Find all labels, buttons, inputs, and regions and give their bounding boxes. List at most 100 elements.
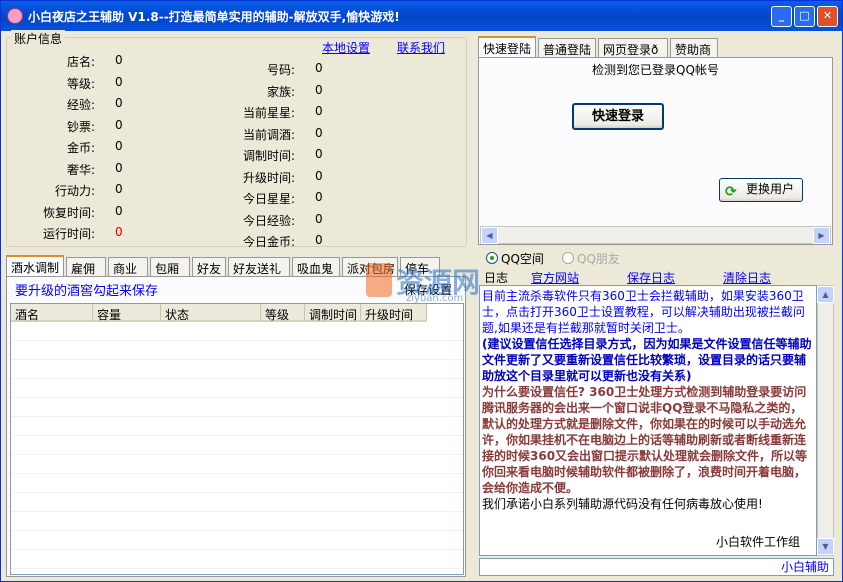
- main-window: 小白夜店之王辅助 V1.8--打造最简单实用的辅助-解放双手,愉快游戏! _ □…: [0, 0, 843, 582]
- account-info-group: 账户信息 本地设置 联系我们 店名: 0 等级: 0 经验: 0 钞票: 0 金币: 0 奢华: 0 行…: [6, 30, 467, 249]
- tab-1[interactable]: 雇佣: [66, 257, 106, 277]
- field-label: 调制时间:: [242, 149, 295, 163]
- log-tab-label: 日志: [484, 271, 509, 285]
- maximize-button[interactable]: □: [794, 6, 815, 27]
- scroll-right-icon[interactable]: ▶: [813, 227, 830, 244]
- log-line-trust-dir: (建议设置信任选择目录方式，因为如果是文件设置信任等辅助文件更新了又要重新设置信…: [482, 337, 812, 383]
- status-input[interactable]: 小白辅助: [479, 558, 834, 576]
- field-label: 升级时间:: [242, 170, 295, 185]
- quick-login-button[interactable]: 快速登录: [572, 103, 664, 130]
- column-header[interactable]: 酒名: [11, 304, 93, 322]
- table-row[interactable]: [11, 436, 463, 455]
- table-row[interactable]: [11, 493, 463, 512]
- column-header[interactable]: 调制时间: [305, 304, 361, 322]
- tab-3[interactable]: 包厢: [150, 257, 190, 277]
- table-row[interactable]: [11, 322, 463, 341]
- field-value: 0: [115, 53, 123, 67]
- table-row[interactable]: [11, 455, 463, 474]
- field-label: 当前星星:: [242, 106, 295, 120]
- log-line-why-trust: 为什么要设置信任? 360卫士处理方式检测到辅助登录要访问腾讯服务器的会出来一个…: [482, 385, 808, 495]
- table-row[interactable]: [11, 512, 463, 531]
- tab-5[interactable]: 好友送礼: [228, 257, 290, 277]
- field-label: 行动力:: [54, 184, 95, 198]
- official-site-link[interactable]: 官方网站: [531, 269, 579, 286]
- local-settings-link[interactable]: 本地设置: [322, 39, 370, 56]
- field-value: 0: [315, 104, 323, 118]
- log-text[interactable]: 目前主流杀毒软件只有360卫士会拦截辅助，如果安装360卫士，点击打开360卫士…: [479, 285, 817, 556]
- field-label: 恢复时间:: [42, 205, 95, 220]
- qq-friend-label: QQ朋友: [577, 252, 620, 266]
- column-header[interactable]: 等级: [261, 304, 305, 322]
- table-row[interactable]: [11, 398, 463, 417]
- qq-friend-radio[interactable]: [562, 252, 574, 264]
- account-group-title: 账户信息: [11, 30, 66, 47]
- tab-7[interactable]: 派对包房: [342, 257, 398, 277]
- tab-0[interactable]: 酒水调制: [6, 255, 64, 277]
- login-tab-2[interactable]: 网页登录ð: [598, 38, 668, 58]
- log-v-scrollbar[interactable]: ▲ ▼: [817, 285, 834, 556]
- minimize-button[interactable]: _: [771, 6, 792, 27]
- login-detect-text: 检测到您已登录QQ帐号: [592, 63, 719, 77]
- field-value: 0: [115, 160, 123, 175]
- log-line-antivirus: 目前主流杀毒软件只有360卫士会拦截辅助，如果安装360卫士，点击打开360卫士…: [482, 289, 805, 335]
- field-value: 0: [115, 96, 123, 110]
- login-tab-0[interactable]: 快速登陆: [478, 36, 536, 58]
- field-value: 0: [115, 139, 123, 153]
- app-icon: [7, 8, 23, 24]
- qq-space-radio[interactable]: [486, 252, 498, 264]
- window-title: 小白夜店之王辅助 V1.8--打造最简单实用的辅助-解放双手,愉快游戏!: [28, 10, 400, 24]
- table-row[interactable]: [11, 379, 463, 398]
- login-tab-strip: 快速登陆 普通登陆 网页登录ð 赞助商: [478, 36, 833, 58]
- tab-8[interactable]: 停车: [400, 257, 440, 277]
- switch-user-button[interactable]: ⟳ 更换用户: [719, 178, 803, 202]
- field-label: 店名:: [66, 55, 95, 69]
- field-value: 0: [315, 61, 323, 75]
- field-value: 0: [315, 125, 323, 140]
- save-settings-button[interactable]: 保存设置: [400, 280, 456, 300]
- field-label: 今日经验:: [242, 213, 295, 228]
- scroll-left-icon[interactable]: ◀: [481, 227, 498, 244]
- field-value: 0: [115, 182, 123, 196]
- table-row[interactable]: [11, 474, 463, 493]
- field-label: 运行时间:: [42, 227, 95, 241]
- wine-panel: 要升级的酒窖勾起来保存 保存设置 酒名 容量 状态 等级 调制时间 升级时间: [6, 276, 466, 577]
- field-label: 号码:: [266, 63, 295, 77]
- column-header[interactable]: 升级时间: [361, 304, 427, 322]
- field-label: 家族:: [266, 84, 295, 99]
- column-header[interactable]: 状态: [161, 304, 261, 322]
- field-label: 钞票:: [66, 119, 95, 134]
- login-h-scrollbar[interactable]: ◀ ▶: [480, 226, 831, 244]
- table-row[interactable]: [11, 417, 463, 436]
- tab-6[interactable]: 吸血鬼: [292, 257, 340, 277]
- login-panel: 检测到您已登录QQ帐号 快速登录 ⟳ 更换用户 ◀ ▶: [478, 57, 833, 245]
- table-row[interactable]: [11, 550, 463, 569]
- field-value: 0: [115, 203, 123, 218]
- left-tab-strip: 酒水调制 雇佣 商业 包厢 好友 好友送礼 吸血鬼 派对包房 停车: [6, 255, 466, 277]
- field-value: 0: [315, 233, 323, 247]
- login-tab-3[interactable]: 赞助商: [670, 38, 718, 58]
- login-tab-1[interactable]: 普通登陆: [538, 38, 596, 58]
- field-label: 今日星星:: [242, 192, 295, 206]
- contact-us-link[interactable]: 联系我们: [397, 39, 445, 56]
- table-row[interactable]: [11, 531, 463, 550]
- table-row[interactable]: [11, 341, 463, 360]
- scroll-up-icon[interactable]: ▲: [817, 286, 834, 303]
- title-bar[interactable]: 小白夜店之王辅助 V1.8--打造最简单实用的辅助-解放双手,愉快游戏! _ □…: [1, 1, 842, 31]
- field-label: 奢华:: [66, 162, 95, 177]
- clear-log-link[interactable]: 清除日志: [723, 269, 771, 286]
- table-row[interactable]: [11, 360, 463, 379]
- wine-hint: 要升级的酒窖勾起来保存: [15, 284, 159, 299]
- save-log-link[interactable]: 保存日志: [627, 269, 675, 286]
- tab-4[interactable]: 好友: [192, 257, 226, 277]
- switch-user-label: 更换用户: [745, 182, 794, 196]
- log-signature: 小白软件工作组: [715, 535, 800, 549]
- column-header[interactable]: 容量: [93, 304, 161, 322]
- field-value: 0: [115, 74, 123, 89]
- field-label: 今日金币:: [242, 235, 295, 249]
- wine-list[interactable]: 酒名 容量 状态 等级 调制时间 升级时间: [10, 303, 464, 575]
- scroll-down-icon[interactable]: ▼: [817, 538, 834, 555]
- tab-2[interactable]: 商业: [108, 257, 148, 277]
- field-label: 经验:: [66, 98, 95, 112]
- field-value: 0: [115, 225, 123, 239]
- close-button[interactable]: ✕: [817, 6, 838, 27]
